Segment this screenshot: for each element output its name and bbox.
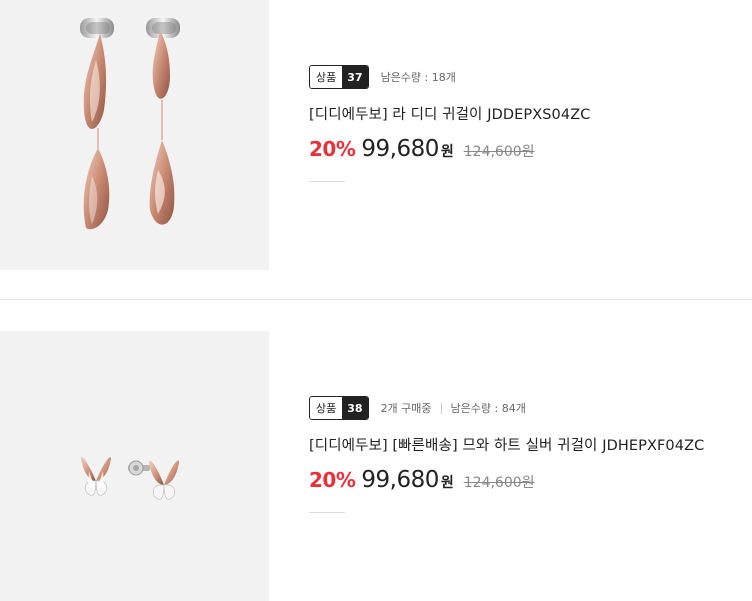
badge-number: 38 — [342, 397, 368, 419]
original-price: 124,600원 — [463, 475, 535, 491]
original-price: 124,600원 — [463, 144, 535, 160]
sale-price: 99,680 — [361, 467, 439, 493]
discount-rate: 20% — [309, 468, 356, 492]
product-title[interactable]: [디디에두보] [빠른배송] 므와 하트 실버 귀걸이 JDHEPXF04ZC — [309, 434, 749, 455]
meta-separator — [440, 402, 442, 414]
product-title[interactable]: [디디에두보] 라 디디 귀걸이 JDDEPXS04ZC — [309, 103, 749, 124]
product-info: 상품 37 남은수량 : 18개 [디디에두보] 라 디디 귀걸이 JDDEPX… — [309, 65, 749, 182]
price-row: 20% 99,680 원 124,600원 — [309, 467, 749, 493]
earring-image — [80, 457, 180, 500]
buying-now-count: 2개 구매중 — [380, 402, 432, 415]
price-row: 20% 99,680 원 124,600원 — [309, 136, 749, 162]
sale-price: 99,680 — [361, 136, 439, 162]
remaining-stock: 남은수량 : 84개 — [450, 402, 526, 415]
product-meta: 상품 38 2개 구매중 남은수량 : 84개 — [309, 396, 749, 420]
short-divider — [309, 181, 345, 182]
currency-unit: 원 — [440, 475, 454, 491]
product-badge: 상품 37 — [309, 65, 369, 89]
product-image[interactable] — [0, 331, 269, 601]
product-info: 상품 38 2개 구매중 남은수량 : 84개 [디디에두보] [빠른배송] 므… — [309, 396, 749, 513]
badge-label: 상품 — [310, 66, 343, 88]
product-divider — [0, 299, 752, 300]
short-divider — [309, 512, 345, 513]
discount-rate: 20% — [309, 137, 356, 161]
product-image[interactable] — [0, 0, 269, 270]
badge-number: 37 — [342, 66, 368, 88]
product-badge: 상품 38 — [309, 396, 369, 420]
remaining-stock: 남은수량 : 18개 — [380, 71, 456, 84]
badge-label: 상품 — [310, 397, 343, 419]
product-card[interactable]: 상품 37 남은수량 : 18개 [디디에두보] 라 디디 귀걸이 JDDEPX… — [0, 0, 752, 270]
earring-image — [80, 18, 180, 230]
product-meta: 상품 37 남은수량 : 18개 — [309, 65, 749, 89]
product-card[interactable]: 상품 38 2개 구매중 남은수량 : 84개 [디디에두보] [빠른배송] 므… — [0, 331, 752, 601]
currency-unit: 원 — [440, 144, 454, 160]
